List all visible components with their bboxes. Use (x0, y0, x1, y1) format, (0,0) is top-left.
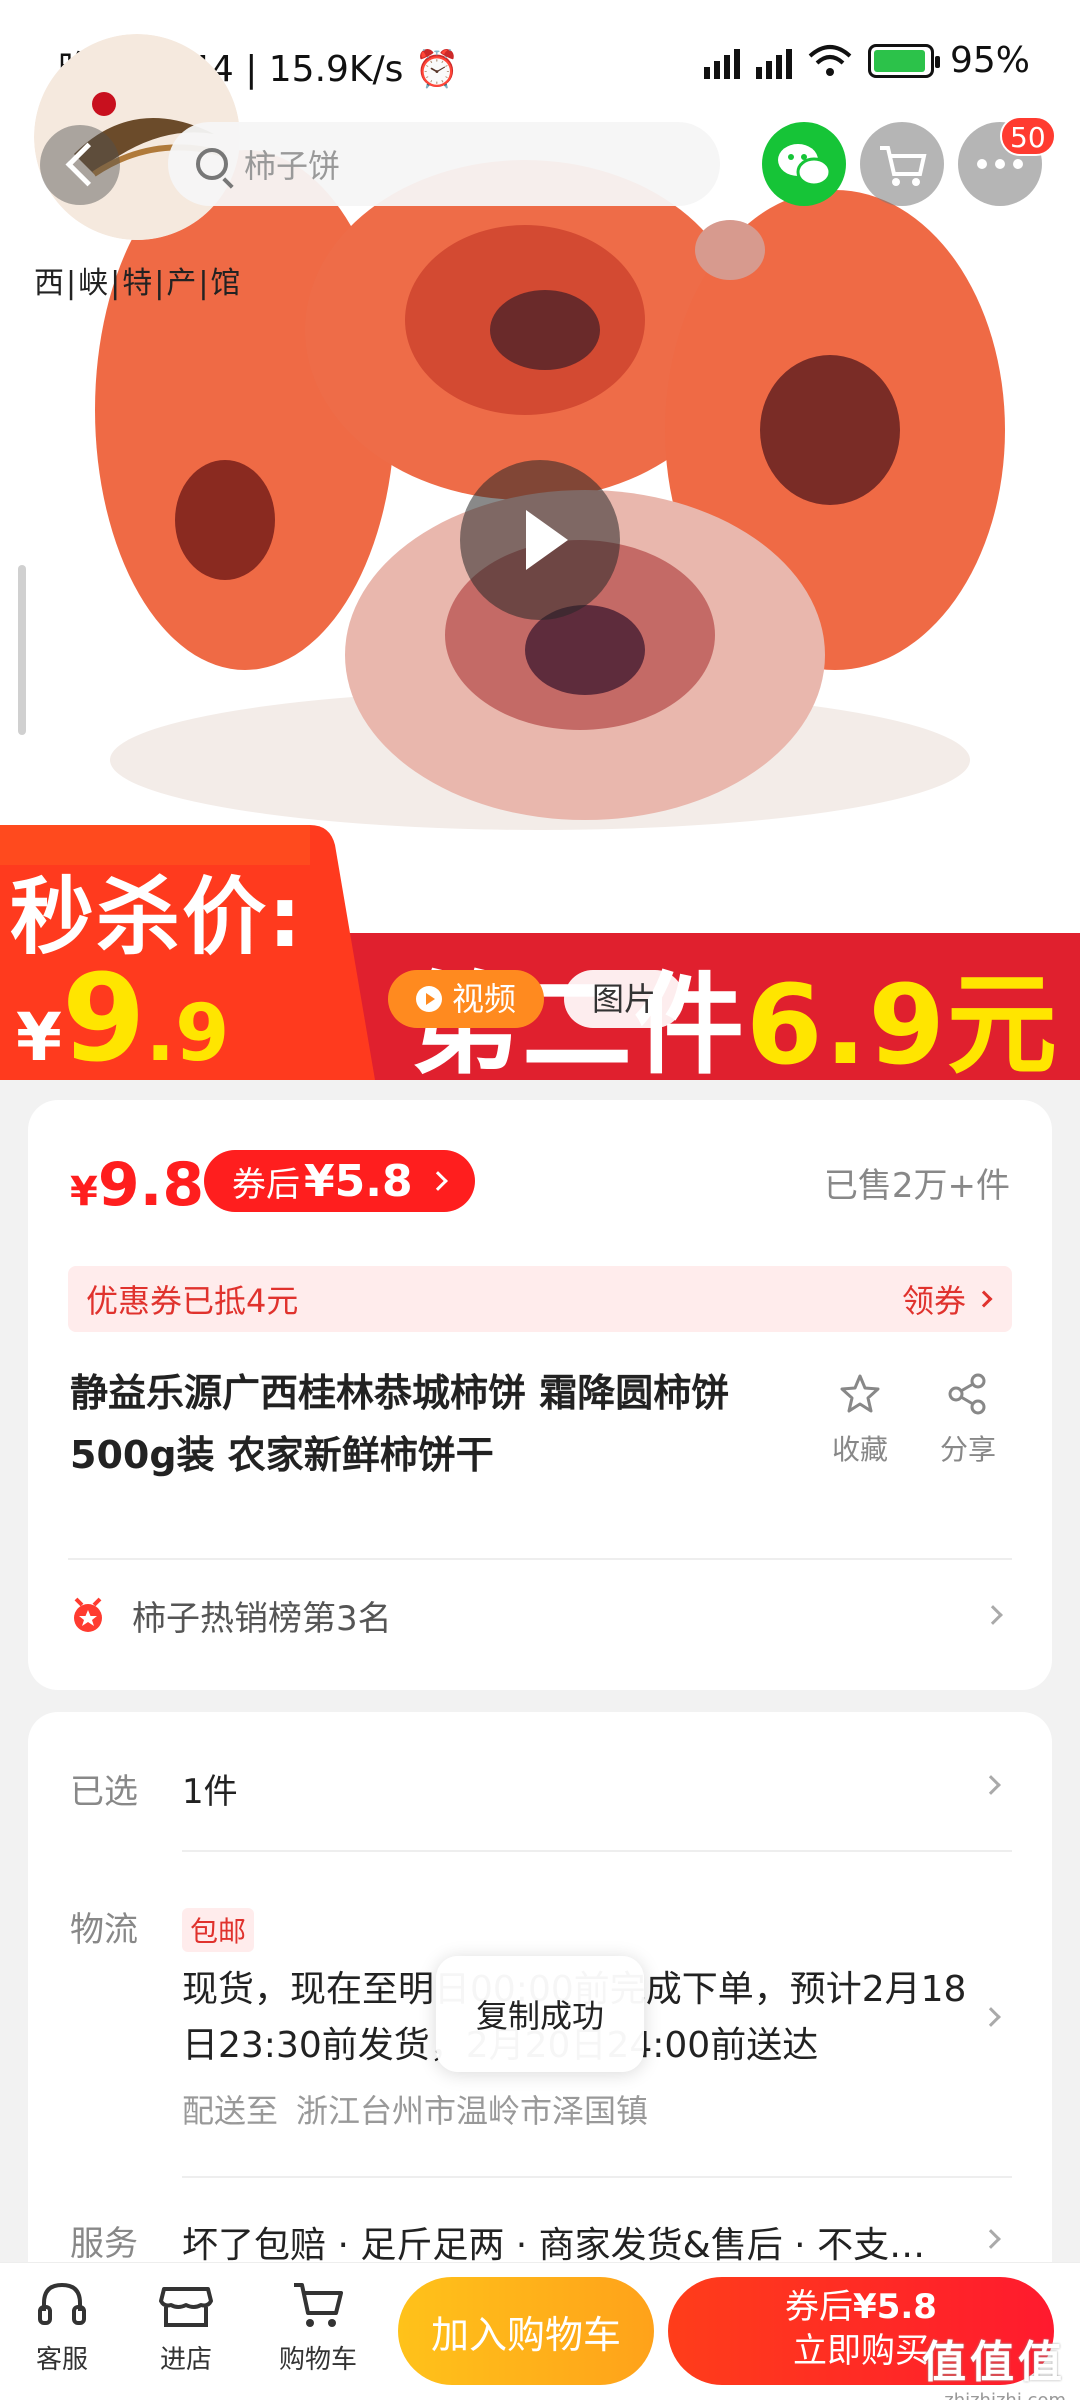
toast-message: 复制成功 (436, 1956, 644, 2072)
divider (182, 1850, 1012, 1852)
search-input[interactable]: 柿子饼 (168, 122, 720, 206)
service-label: 服务 (70, 2224, 138, 2264)
promo-price: ¥9.9 (16, 950, 230, 1080)
shop-name: 西|峡|特|产|馆 (34, 266, 243, 301)
media-tabs: 视频 图片 (388, 970, 685, 1028)
chevron-right-icon[interactable] (981, 2229, 1001, 2249)
notification-badge: 50 (1000, 116, 1056, 156)
favorite-button[interactable]: 收藏 (820, 1372, 900, 1468)
cart-tab-button[interactable]: 购物车 (268, 2277, 368, 2376)
divider (68, 1558, 1012, 1560)
status-icons: 95% (703, 40, 1030, 81)
signal-icon (703, 43, 740, 79)
coupon-price-pill[interactable]: 券后 ¥5.8 (204, 1150, 475, 1212)
cart-icon (880, 146, 927, 186)
logistics-label: 物流 (70, 1910, 138, 1950)
cart-button[interactable] (860, 122, 944, 206)
chevron-right-icon (983, 1605, 1003, 1625)
delivery-address[interactable]: 配送至 浙江台州市温岭市泽国镇 (182, 2086, 648, 2132)
play-video-button[interactable] (460, 460, 620, 620)
chevron-right-icon[interactable] (981, 1775, 1001, 1795)
sold-count: 已售2万+件 (823, 1166, 1010, 1206)
watermark: 值值值 zhizhizhi.com (922, 2337, 1066, 2400)
ranking-row[interactable]: 柿子热销榜第3名 (68, 1570, 1012, 1660)
free-shipping-badge: 包邮 (182, 1908, 255, 1952)
signal-icon (755, 43, 792, 79)
add-to-cart-button[interactable]: 加入购物车 (398, 2277, 654, 2385)
enter-shop-button[interactable]: 进店 (136, 2277, 236, 2376)
coupon-bar[interactable]: 优惠券已抵4元 领券 (68, 1266, 1012, 1332)
wechat-icon (778, 144, 832, 187)
selected-label: 已选 (70, 1772, 138, 1812)
divider (182, 2176, 1012, 2178)
share-button[interactable]: 分享 (928, 1372, 1008, 1468)
search-placeholder: 柿子饼 (244, 147, 341, 185)
star-icon (840, 1374, 880, 1413)
search-icon (196, 148, 228, 180)
alarm-icon: ⏰ (414, 49, 460, 90)
share-icon (948, 1373, 986, 1415)
price-card: ¥9.8 券后 ¥5.8 已售2万+件 优惠券已抵4元 领券 静益乐源广西桂林恭… (28, 1100, 1052, 1690)
battery-icon (867, 43, 940, 78)
claim-coupon-button[interactable]: 领券 (902, 1276, 993, 1322)
headset-icon (38, 2282, 86, 2325)
current-price: ¥9.8 (70, 1150, 205, 1220)
scroll-indicator (18, 565, 26, 735)
chevron-right-icon[interactable] (981, 2007, 1001, 2027)
store-icon (159, 2287, 213, 2327)
cart-icon (294, 2283, 343, 2327)
medal-icon (74, 1597, 102, 1632)
service-info[interactable]: 坏了包赔 · 足斤足两 · 商家发货&售后 · 不支… (182, 2216, 962, 2268)
battery-percent: 95% (949, 40, 1030, 81)
chevron-right-icon (975, 1290, 993, 1308)
tab-photo[interactable]: 图片 (564, 970, 685, 1028)
wechat-share-button[interactable] (762, 122, 846, 206)
customer-service-button[interactable]: 客服 (12, 2277, 112, 2376)
back-button[interactable] (40, 125, 120, 205)
product-title: 静益乐源广西桂林恭城柿饼 霜降圆柿饼500g装 农家新鲜柿饼干 (70, 1371, 730, 1477)
discount-text: 优惠券已抵4元 (86, 1282, 299, 1320)
selected-value[interactable]: 1件 (182, 1764, 238, 1813)
chevron-right-icon (427, 1171, 448, 1191)
tab-video[interactable]: 视频 (388, 970, 545, 1028)
wifi-icon (808, 44, 852, 76)
bottom-action-bar: 客服 进店 购物车 加入购物车 券后¥5.8 立即购买 (0, 2262, 1080, 2400)
play-icon (416, 986, 442, 1012)
